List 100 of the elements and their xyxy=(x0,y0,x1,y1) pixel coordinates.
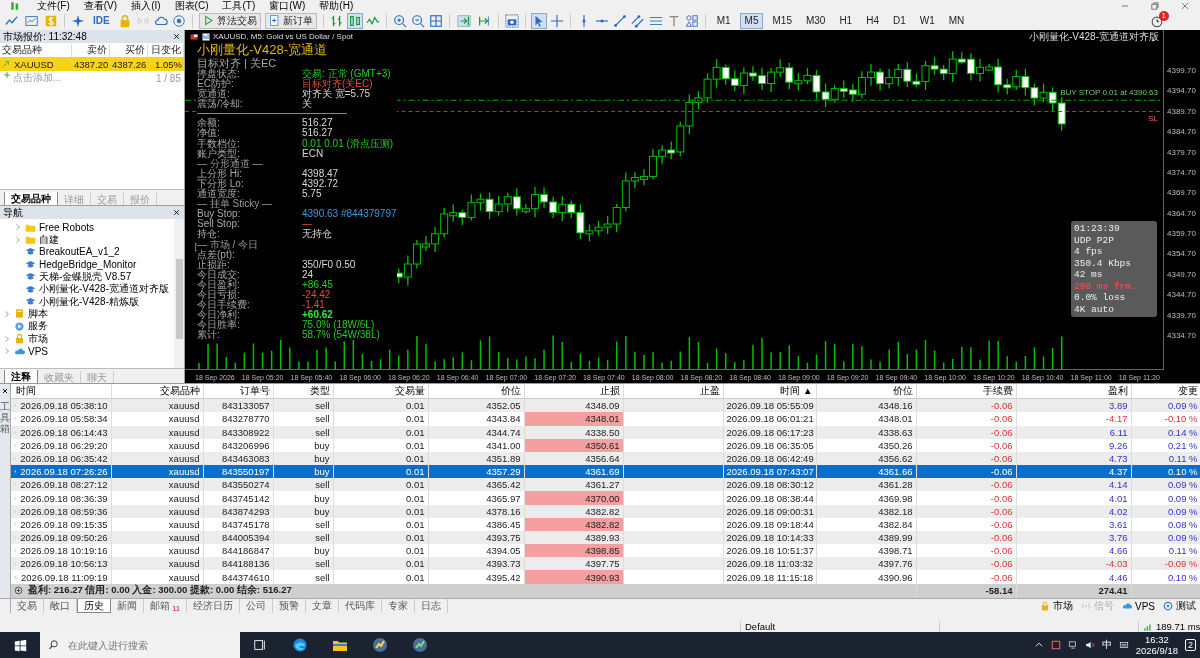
price-label: 4394.70 xyxy=(1167,86,1197,96)
table-cell: -0.09 % xyxy=(1131,557,1200,571)
notification-badge: 1 xyxy=(1158,11,1169,21)
clock-date[interactable]: 2026/9/18 xyxy=(1135,645,1178,656)
table-cell: -0.06 xyxy=(916,478,1016,492)
table-cell: 4348.01 xyxy=(816,412,916,426)
timeframe-button[interactable]: MN xyxy=(943,12,970,29)
timeframe-button[interactable]: M1 xyxy=(711,12,736,29)
column-header[interactable]: 交易量 xyxy=(333,384,428,399)
table-cell: xauusd xyxy=(111,517,203,531)
table-cell: 2026.09.18 10:14:33 xyxy=(723,530,816,545)
clock-time[interactable]: 16:32 xyxy=(1144,634,1169,645)
history-row[interactable]: 2026.09.18 09:15:35 xauusd 843745178 sell 0.01 4386.45 4382.82 2026.09.18 09:18:44 4382.84 -0.06 3.61 0.08 % xyxy=(11,517,1200,531)
stat-label: 上分形 Hi: xyxy=(197,168,242,179)
history-row[interactable]: 2026.09.18 10:56:13 xauusd 844188136 sell 0.01 4393.73 4397.75 2026.09.18 11:03:32 4397.76 -0.06 -4.03 -0.09 % xyxy=(11,557,1200,571)
panel-toggle[interactable]: 测试 xyxy=(1159,599,1200,613)
table-cell: 0.14 % xyxy=(1131,425,1200,439)
timeframe-button[interactable]: W1 xyxy=(914,12,940,29)
ide-button[interactable]: IDE xyxy=(89,12,114,29)
new-order-button[interactable]: 新订单 xyxy=(264,12,317,29)
table-cell: sell xyxy=(273,478,333,492)
table-cell: -4.03 xyxy=(1016,557,1131,571)
history-row[interactable]: 2026.09.18 05:38:10 xauusd 843133057 sell 0.01 4352.05 4348.09 2026.09.18 05:55:09 4348.16 -0.06 3.89 0.09 % xyxy=(11,398,1200,413)
panel-tab[interactable]: 注释 xyxy=(4,370,38,383)
panel-toggle[interactable]: 市场 xyxy=(1036,599,1077,613)
table-cell: 0.11 % xyxy=(1131,451,1200,466)
algo-trading-button[interactable]: 算法交易 xyxy=(198,12,261,29)
timeframe-button[interactable]: M30 xyxy=(800,12,831,29)
table-cell: 2026.09.18 10:56:13 xyxy=(20,558,108,570)
column-header[interactable]: 价位 xyxy=(816,384,916,399)
notification-count[interactable]: 2 xyxy=(1185,639,1196,651)
tree-item[interactable]: 市场 xyxy=(28,331,48,346)
input-method-indicator[interactable]: 中 xyxy=(1101,638,1112,652)
column-header[interactable]: 日变化 xyxy=(148,43,184,57)
history-row[interactable]: 2026.09.18 08:36:39 xauusd 843745142 buy 0.01 4365.97 4370.00 2026.09.18 08:38:44 4369.98 -0.06 4.01 0.09 % xyxy=(11,491,1200,505)
tree-item[interactable]: 小刚量化-V428-宽通道对齐版 xyxy=(39,282,169,297)
column-header[interactable]: 订单号 xyxy=(203,384,273,399)
column-header[interactable]: 时间 xyxy=(11,384,111,399)
section-heading: — 挂单 Sticky — xyxy=(197,199,273,210)
history-row[interactable]: 2026.09.18 06:14:43 xauusd 843308922 sell 0.01 4344.74 4338.50 2026.09.18 06:17:23 4338.63 -0.06 6.11 0.14 % xyxy=(11,425,1200,439)
history-row[interactable]: 2026.09.18 05:58:34 xauusd 843278770 sell 0.01 4343.84 4348.01 2026.09.18 06:01:21 4348.01 -0.06 -4.17 -0.10 % xyxy=(11,412,1200,426)
table-cell: 4365.97 xyxy=(428,491,524,505)
history-row[interactable]: 2026.09.18 08:59:36 xauusd 843874293 buy 0.01 4378.16 4382.82 2026.09.18 09:00:31 4382.18 -0.06 4.02 0.09 % xyxy=(11,504,1200,518)
price-label: 4354.70 xyxy=(1167,249,1197,259)
table-cell: xauusd xyxy=(111,451,203,466)
table-cell: 4382.18 xyxy=(816,504,916,518)
timeframe-button[interactable]: M15 xyxy=(767,12,797,29)
menu-item[interactable]: 帮助(H) xyxy=(312,0,361,11)
history-row[interactable]: 2026.09.18 09:50:26 xauusd 844005394 sell 0.01 4393.75 4389.93 2026.09.18 10:14:33 4389.99 -0.06 3.76 0.09 % xyxy=(11,530,1200,545)
panel-tab[interactable]: 交易品种 xyxy=(4,192,58,205)
column-header[interactable]: 变更 xyxy=(1131,384,1200,399)
menu-item[interactable]: 图表(C) xyxy=(167,0,216,11)
column-header[interactable]: 类型 xyxy=(273,384,333,399)
tree-item[interactable]: BreakoutEA_v1_2 xyxy=(39,246,120,258)
table-cell: 2026.09.18 08:30:12 xyxy=(723,478,816,492)
column-header[interactable]: 止损 xyxy=(524,384,623,399)
tree-item[interactable]: 自建 xyxy=(39,232,59,247)
column-header[interactable]: 卖价 xyxy=(72,43,110,57)
table-cell: 2026.09.18 08:36:39 xyxy=(20,492,108,504)
timeframe-button[interactable]: M5 xyxy=(739,12,764,29)
history-row[interactable]: 2026.09.18 06:35:42 xauusd 843463083 buy 0.01 4351.89 4356.64 2026.09.18 06:42:49 4356.62 -0.06 4.73 0.11 % xyxy=(11,451,1200,466)
column-header[interactable]: 手续费 xyxy=(916,384,1016,399)
tree-item[interactable]: Free Robots xyxy=(39,221,95,233)
history-row[interactable]: 2026.09.18 08:27:12 xauusd 843550274 sell 0.01 4365.42 4361.27 2026.09.18 08:30:12 4361.28 -0.06 4.14 0.09 % xyxy=(11,478,1200,492)
timeframe-button[interactable]: D1 xyxy=(888,12,911,29)
search-field[interactable]: 在此键入进行搜索 xyxy=(40,632,240,658)
tree-item[interactable]: 服务 xyxy=(28,319,48,334)
tree-item[interactable]: 小刚量化-V428-精炼版 xyxy=(39,294,139,309)
menu-item[interactable]: 文件(F) xyxy=(30,0,77,11)
menu-item[interactable]: 窗口(W) xyxy=(262,0,313,11)
column-header[interactable]: 价位 xyxy=(428,384,524,399)
column-header[interactable]: 时间 ▲ xyxy=(723,384,816,399)
menu-item[interactable]: 插入(I) xyxy=(124,0,168,11)
history-row[interactable]: 2026.09.18 11:09:19 xauusd 844374610 sell 0.01 4395.42 4390.93 2026.09.18 11:15:18 4390.96 -0.06 4.46 0.10 % xyxy=(11,570,1200,584)
table-cell: 2026.09.18 08:27:12 xyxy=(20,479,108,491)
menu-item[interactable]: 查看(V) xyxy=(76,0,125,11)
table-cell: 4397.76 xyxy=(816,557,916,571)
column-header[interactable]: 止盈 xyxy=(623,384,723,399)
table-cell: 4389.99 xyxy=(816,530,916,545)
history-row[interactable]: 2026.09.18 07:26:26 xauusd 843550197 buy 0.01 4357.29 4361.69 2026.09.18 07:43:07 4361.66 -0.06 4.37 0.10 % xyxy=(11,465,1200,479)
timeframe-button[interactable]: H1 xyxy=(834,12,858,29)
column-header[interactable]: 盈利 xyxy=(1016,384,1131,399)
bottom-tab[interactable]: 历史 xyxy=(77,599,111,613)
tree-item[interactable]: HedgeBridge_Monitor xyxy=(39,258,137,270)
menu-item[interactable]: 工具(T) xyxy=(215,0,263,11)
tree-item[interactable]: VPS xyxy=(28,345,48,357)
table-cell: -4.17 xyxy=(1016,412,1131,426)
column-header[interactable]: 交易品种 xyxy=(0,43,72,57)
tree-item[interactable]: 天梯-金蝶脱壳 V8.57 xyxy=(39,269,132,284)
table-cell: 2026.09.18 08:59:36 xyxy=(20,505,108,517)
stat-value: -1.41 xyxy=(302,300,325,311)
symbol-row[interactable]: XAUUSD 4387.20 4387.26 1.05% xyxy=(0,57,184,71)
panel-toggle[interactable]: VPS xyxy=(1118,599,1159,613)
history-row[interactable]: 2026.09.18 06:29:20 xauusd 843206996 buy 0.01 4341.00 4350.61 2026.09.18 06:35:05 4350.26 -0.06 9.26 0.21 % xyxy=(11,438,1200,452)
column-header[interactable]: 交易品种 xyxy=(111,384,203,399)
table-cell: 4382.84 xyxy=(816,517,916,531)
table-cell: sell xyxy=(273,412,333,426)
column-header[interactable]: 买价 xyxy=(110,43,148,57)
tree-item[interactable]: 脚本 xyxy=(28,306,48,321)
timeframe-button[interactable]: H4 xyxy=(861,12,884,29)
